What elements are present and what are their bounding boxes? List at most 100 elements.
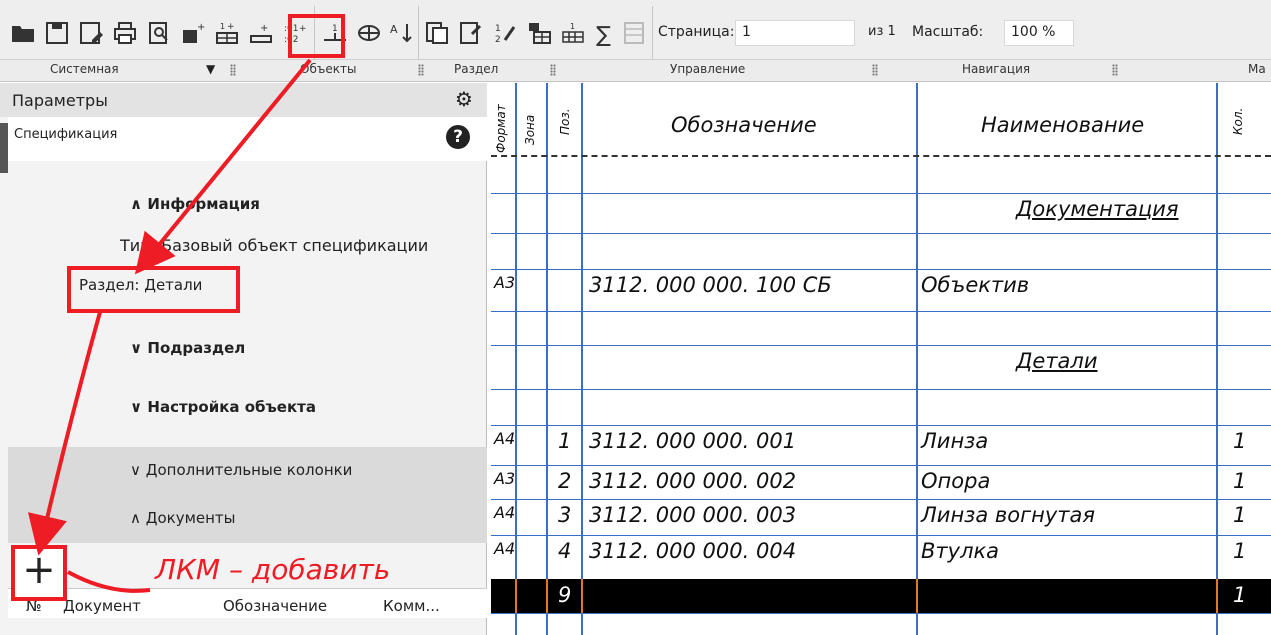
sum-icon[interactable]: ∑ [590,18,620,48]
grip-icon[interactable] [230,64,236,76]
row-divider [491,425,1271,426]
group-scale-cut: Ма [1248,62,1266,76]
cell-des[interactable]: 3112. 000 000. 004 [589,539,796,563]
documents-band [8,495,487,543]
grip-icon[interactable] [550,64,556,76]
svg-text:1: 1 [570,22,575,31]
row-divider [491,499,1271,500]
cell-name[interactable]: Линза [921,429,988,453]
header-designation: Обозначение [671,113,817,137]
selected-row-divider [515,579,517,613]
selected-row[interactable] [491,579,1271,613]
highlight-add-section-button [288,14,345,58]
grip-icon[interactable] [872,64,878,76]
cell-pos[interactable]: 3 [558,503,571,527]
cell-qty[interactable]: 1 [1233,503,1246,527]
cell-pos[interactable]: 9 [558,583,571,607]
table-icon[interactable] [524,18,554,48]
add-base-object-icon[interactable]: + [246,18,276,48]
open-folder-icon[interactable] [8,18,38,48]
svg-text:+: + [197,22,205,33]
row-divider [491,193,1271,194]
header-zone: Зона [523,114,537,145]
cell-name[interactable]: Втулка [921,539,999,563]
selected-row-divider [546,579,548,613]
save-as-icon[interactable] [76,18,106,48]
row-divider [491,311,1271,312]
cell-pos[interactable]: 4 [558,539,571,563]
selected-row-divider [916,579,918,613]
layout-icon[interactable] [354,18,384,48]
scale-label: Масштаб: [912,24,984,40]
numbering-icon[interactable]: 1 [558,18,588,48]
specification-table: Формат Зона Поз. Обозначение Наименовани… [491,83,1271,635]
panel-title: Параметры [12,91,108,110]
section-settings-toggle[interactable]: ∨ Настройка объекта [130,398,316,416]
object-properties-icon[interactable] [456,18,486,48]
row-divider [491,535,1271,536]
cell-qty[interactable]: 1 [1233,583,1246,607]
svg-text:1: 1 [495,24,501,34]
svg-text:2: 2 [495,35,501,45]
group-navigation: Навигация [962,62,1031,76]
help-icon[interactable]: ? [446,125,470,149]
svg-text:A: A [390,23,398,36]
copy-icon[interactable] [422,18,452,48]
cell-qty[interactable]: 1 [1233,539,1246,563]
cell-des[interactable]: 3112. 000 000. 001 [589,429,796,453]
cell-fmt[interactable]: А4 [494,503,515,522]
sort-icon[interactable]: A [386,18,416,48]
tools-icon[interactable]: 12 [490,18,520,48]
cell-pos[interactable]: 1 [558,429,571,453]
group-section: Раздел [454,62,499,76]
header-name: Наименование [981,113,1145,137]
cell-name[interactable]: Линза вогнутая [921,503,1095,527]
row-divider [491,269,1271,270]
cell-des[interactable]: 3112. 000 000. 002 [589,469,796,493]
header-qty: Кол. [1231,107,1245,135]
cell-name[interactable]: Документация [1016,197,1179,221]
cell-name[interactable]: Детали [1016,349,1098,373]
add-section-icon[interactable]: 1 + [212,18,242,48]
section-docs-toggle[interactable]: ∧ Документы [130,509,236,527]
grip-icon[interactable] [418,64,424,76]
cell-des[interactable]: 3112. 000 000. 100 СБ [589,273,832,297]
cell-des[interactable]: 3112. 000 000. 003 [589,503,796,527]
panel-header: Параметры ⚙ [0,83,487,117]
row-divider [491,345,1271,346]
section-extra-toggle[interactable]: ∨ Дополнительные колонки [130,461,352,479]
cell-pos[interactable]: 2 [558,469,571,493]
doc-col-comment: Комм... [383,597,440,615]
cell-name[interactable]: Опора [921,469,990,493]
section-subsection-toggle[interactable]: ∨ Подраздел [130,339,245,357]
selected-row-divider [1216,579,1218,613]
cell-qty[interactable]: 1 [1233,469,1246,493]
cell-fmt[interactable]: А4 [494,539,515,558]
cell-name[interactable]: Объектив [921,273,1029,297]
cell-fmt[interactable]: А3 [494,469,515,488]
gear-icon[interactable]: ⚙ [455,87,473,111]
print-icon[interactable] [110,18,140,48]
section-info-toggle[interactable]: ∧ Информация [130,195,260,213]
row-divider [491,465,1271,466]
cell-fmt[interactable]: А3 [494,273,515,292]
scale-input[interactable]: 100 % [1004,20,1074,46]
doc-col-document: Документ [63,597,141,615]
group-control: Управление [670,62,746,76]
chevron-down-icon[interactable]: ▼ [206,62,215,76]
spec-label: Спецификация [14,127,118,142]
cell-qty[interactable]: 1 [1233,429,1246,453]
cell-fmt[interactable]: А4 [494,429,515,448]
save-icon[interactable] [42,18,72,48]
preview-icon[interactable] [144,18,174,48]
group-system: Системная [50,62,119,76]
documents-table-header: № Документ Обозначение Комм... [8,588,487,618]
svg-text:+: + [227,22,235,32]
highlight-plus-button [11,545,67,601]
svg-text:1: 1 [220,22,225,31]
info-type-text: Тип: Базовый объект спецификации [120,236,429,255]
add-object-icon[interactable]: + [178,18,208,48]
header-format: Формат [494,104,508,153]
grip-icon[interactable] [1112,64,1118,76]
page-input[interactable]: 1 [735,20,855,46]
